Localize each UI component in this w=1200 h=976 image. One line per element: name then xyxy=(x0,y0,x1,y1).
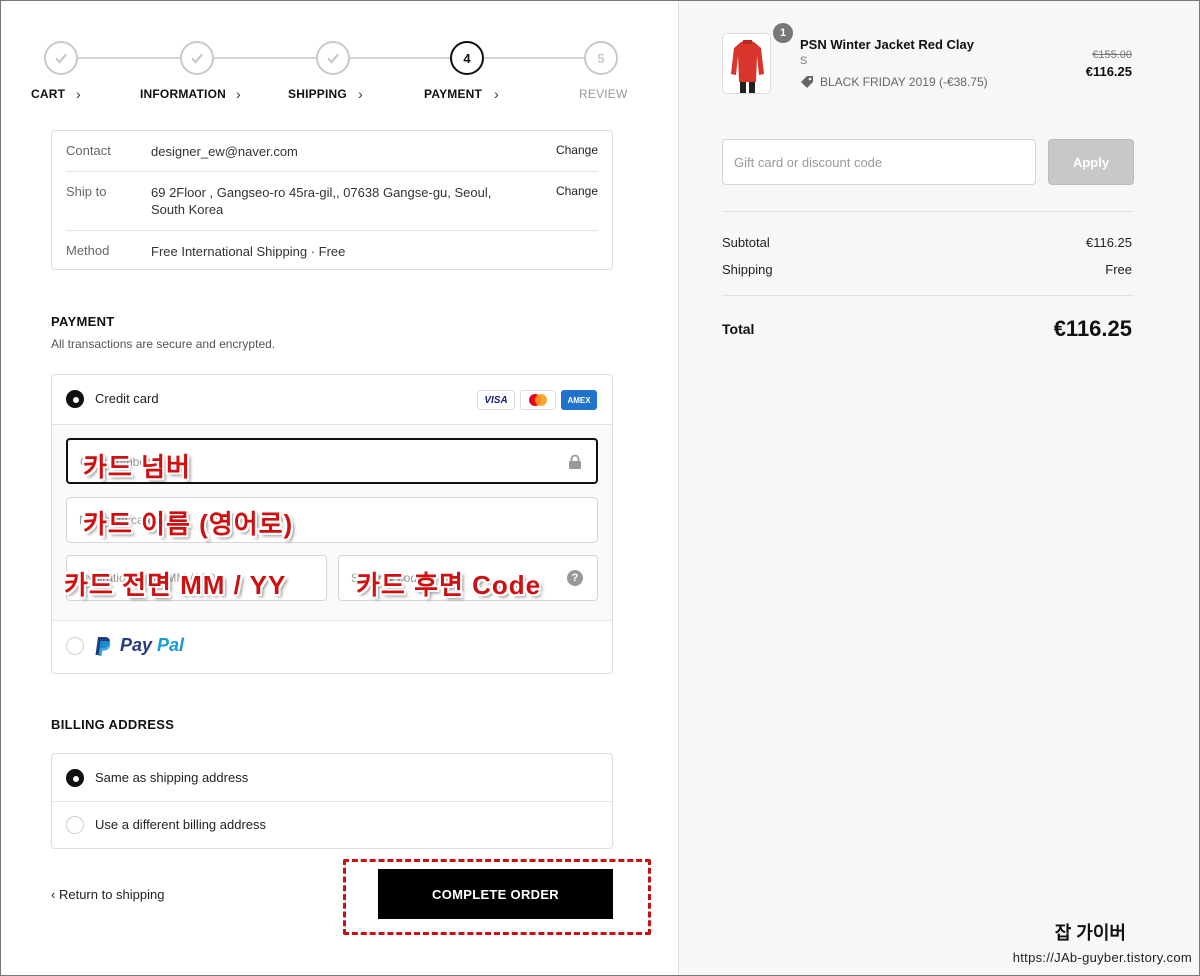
shipto-label: Ship to xyxy=(66,184,107,199)
chevron-right-icon: › xyxy=(236,86,241,102)
help-icon[interactable]: ? xyxy=(567,570,583,586)
step-payment-label: PAYMENT xyxy=(424,87,483,101)
step-connector xyxy=(78,57,180,59)
apply-button[interactable]: Apply xyxy=(1048,139,1134,185)
discounted-price: €116.25 xyxy=(1085,64,1132,79)
card-number-annotation: 카드 넘버 xyxy=(83,452,191,482)
different-address-option[interactable]: Use a different billing address xyxy=(52,802,612,848)
step-connector xyxy=(350,57,450,59)
product-name: PSN Winter Jacket Red Clay xyxy=(800,37,975,52)
change-contact-link[interactable]: Change xyxy=(556,143,598,157)
step-review-label: REVIEW xyxy=(579,87,628,101)
step-cart-label[interactable]: CART xyxy=(31,87,65,101)
step-information-check-icon[interactable] xyxy=(180,41,214,75)
discount-placeholder: Gift card or discount code xyxy=(734,155,883,170)
step-connector xyxy=(484,57,584,59)
shipping-label: Shipping xyxy=(722,262,773,277)
same-address-option[interactable]: Same as shipping address xyxy=(52,754,612,802)
chevron-right-icon: › xyxy=(358,86,363,102)
step-shipping-check-icon[interactable] xyxy=(316,41,350,75)
billing-title: BILLING ADDRESS xyxy=(51,717,175,732)
shipto-value: 69 2Floor , Gangseo-ro 45ra-gil,, 07638 … xyxy=(151,185,492,217)
credit-card-radio[interactable] xyxy=(66,390,84,408)
complete-order-button[interactable]: COMPLETE ORDER xyxy=(378,869,613,919)
step-payment-number: 4 xyxy=(450,41,484,75)
subtotal-label: Subtotal xyxy=(722,235,770,250)
step-shipping-label[interactable]: SHIPPING xyxy=(288,87,347,101)
tag-icon xyxy=(801,76,813,88)
discount-code-input[interactable]: Gift card or discount code xyxy=(722,139,1036,185)
same-address-label: Same as shipping address xyxy=(95,770,249,785)
method-label: Method xyxy=(66,243,110,258)
return-to-shipping-link[interactable]: ‹ Return to shipping xyxy=(51,887,164,902)
promo-text: BLACK FRIDAY 2019 (-€38.75) xyxy=(820,75,988,89)
contact-label: Contact xyxy=(66,143,111,158)
mastercard-icon xyxy=(520,390,556,410)
divider xyxy=(66,171,598,172)
promo-tag: BLACK FRIDAY 2019 (-€38.75) xyxy=(800,75,988,89)
contact-value: designer_ew@naver.com xyxy=(151,144,298,159)
paypal-radio[interactable] xyxy=(66,637,84,655)
order-summary-panel: 1 PSN Winter Jacket Red Clay S BLACK FRI… xyxy=(678,0,1200,976)
quantity-badge: 1 xyxy=(773,23,793,43)
chevron-right-icon: › xyxy=(76,86,81,102)
divider xyxy=(722,295,1134,296)
subtotal-value: €116.25 xyxy=(1085,235,1132,250)
payment-subtitle: All transactions are secure and encrypte… xyxy=(51,337,276,351)
total-value: €116.25 xyxy=(1053,316,1132,341)
credit-card-form: Card number Name on card Expiration date… xyxy=(52,425,612,621)
different-address-radio[interactable] xyxy=(66,816,84,834)
paypal-pay-text: Pay xyxy=(120,635,153,655)
step-information-label[interactable]: INFORMATION xyxy=(140,87,226,101)
chevron-left-icon: ‹ xyxy=(51,887,56,902)
security-annotation: 카드 후면 Code xyxy=(356,570,542,600)
divider xyxy=(66,230,598,231)
lock-icon xyxy=(569,454,581,469)
watermark-name: 잡 가이버 xyxy=(1054,923,1126,943)
step-connector xyxy=(214,57,316,59)
total-label: Total xyxy=(722,321,755,337)
original-price: €155.00 xyxy=(1092,49,1132,61)
product-thumbnail xyxy=(722,33,771,94)
return-label: Return to shipping xyxy=(58,887,165,902)
payment-methods: Credit card VISA AMEX Card number Name o… xyxy=(51,374,613,674)
order-info-summary: Contact designer_ew@naver.com Change Shi… xyxy=(51,130,613,270)
paypal-icon xyxy=(95,637,111,656)
shipping-value: Free xyxy=(1105,262,1132,277)
watermark-url: https://JAb-guyber.tistory.com xyxy=(1012,950,1192,965)
chevron-right-icon: › xyxy=(494,86,499,102)
product-size: S xyxy=(800,55,808,67)
billing-options: Same as shipping address Use a different… xyxy=(51,753,613,849)
step-review-number: 5 xyxy=(584,41,618,75)
change-shipto-link[interactable]: Change xyxy=(556,184,598,198)
payment-title: PAYMENT xyxy=(51,314,115,329)
checkout-main-panel: 4 5 CART › INFORMATION › SHIPPING › PAYM… xyxy=(0,0,678,976)
name-annotation: 카드 이름 (영어로) xyxy=(83,509,294,539)
method-value: Free International Shipping · Free xyxy=(151,244,346,259)
expiry-annotation: 카드 전면 MM / YY xyxy=(64,570,287,600)
credit-card-option[interactable]: Credit card VISA AMEX xyxy=(52,375,612,425)
visa-icon: VISA xyxy=(477,390,515,410)
same-address-radio[interactable] xyxy=(66,769,84,787)
different-address-label: Use a different billing address xyxy=(95,817,267,832)
credit-card-label: Credit card xyxy=(95,391,159,406)
amex-icon: AMEX xyxy=(561,390,597,410)
step-cart-check-icon[interactable] xyxy=(44,41,78,75)
divider xyxy=(722,211,1134,212)
paypal-pal-text: Pal xyxy=(157,635,185,655)
